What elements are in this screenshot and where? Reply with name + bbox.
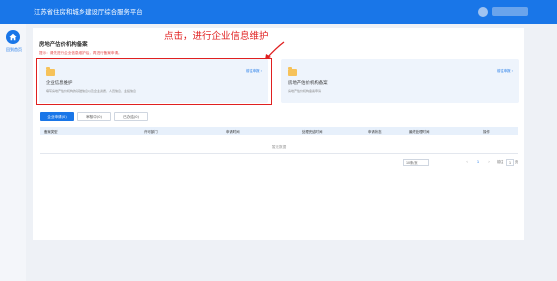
home-icon bbox=[9, 33, 17, 41]
sidebar bbox=[0, 24, 26, 281]
user-name-blurred[interactable] bbox=[492, 7, 528, 16]
goto-page-input[interactable]: 1 bbox=[506, 159, 514, 166]
main-panel: 房地产估价机构备案 提示：请先进行企业信息维护后，再进行备案申请。 点击，进行企… bbox=[33, 28, 524, 240]
card-link[interactable]: 前往申报 › bbox=[497, 68, 513, 73]
empty-text: 暂无数据 bbox=[271, 145, 287, 149]
tab-applying[interactable]: 企业申请(0) bbox=[40, 112, 74, 121]
page-size-select[interactable]: 10条/页 bbox=[403, 159, 429, 166]
card-filing[interactable]: 前往申报 › 房地产估价机构备案 房地产估价机构备案申请 bbox=[281, 59, 519, 103]
column-header: 最终处理时间 bbox=[409, 130, 430, 134]
card-desc: 房地产估价机构备案申请 bbox=[288, 89, 322, 93]
tab-completed[interactable]: 已办结(0) bbox=[114, 112, 148, 121]
column-header: 许可部门 bbox=[144, 130, 158, 134]
page-title: 房地产估价机构备案 bbox=[39, 42, 88, 48]
folder-icon bbox=[288, 67, 297, 76]
page-number[interactable]: 1 bbox=[474, 159, 482, 166]
tab-reviewing[interactable]: 审核中(0) bbox=[77, 112, 111, 121]
next-page-button[interactable]: › bbox=[485, 159, 493, 166]
app-title: 江苏省住房和城乡建设厅综合服务平台 bbox=[34, 8, 143, 16]
top-bar: 江苏省住房和城乡建设厅综合服务平台 bbox=[0, 0, 557, 24]
card-title: 房地产估价机构备案 bbox=[288, 81, 328, 86]
column-header: 操作 bbox=[483, 130, 490, 134]
user-avatar[interactable] bbox=[478, 7, 488, 17]
home-label[interactable]: 回到首页 bbox=[3, 47, 25, 53]
page-suffix: 页 bbox=[515, 160, 519, 164]
home-button[interactable] bbox=[6, 30, 20, 44]
column-header: 申请时间 bbox=[226, 130, 240, 134]
column-header: 备案类型 bbox=[44, 130, 58, 134]
annotation-text: 点击，进行企业信息维护 bbox=[164, 31, 269, 42]
table-empty-row: 暂无数据 bbox=[40, 138, 518, 154]
table-header: 备案类型 许可部门 申请时间 处理完结时间 申请状态 最终处理时间 操作 bbox=[40, 127, 518, 135]
prev-page-button[interactable]: ‹ bbox=[463, 159, 471, 166]
highlight-box bbox=[36, 58, 272, 105]
column-header: 申请状态 bbox=[368, 130, 382, 134]
tip-text: 提示：请先进行企业信息维护后，再进行备案申请。 bbox=[39, 51, 122, 55]
column-header: 处理完结时间 bbox=[302, 130, 323, 134]
